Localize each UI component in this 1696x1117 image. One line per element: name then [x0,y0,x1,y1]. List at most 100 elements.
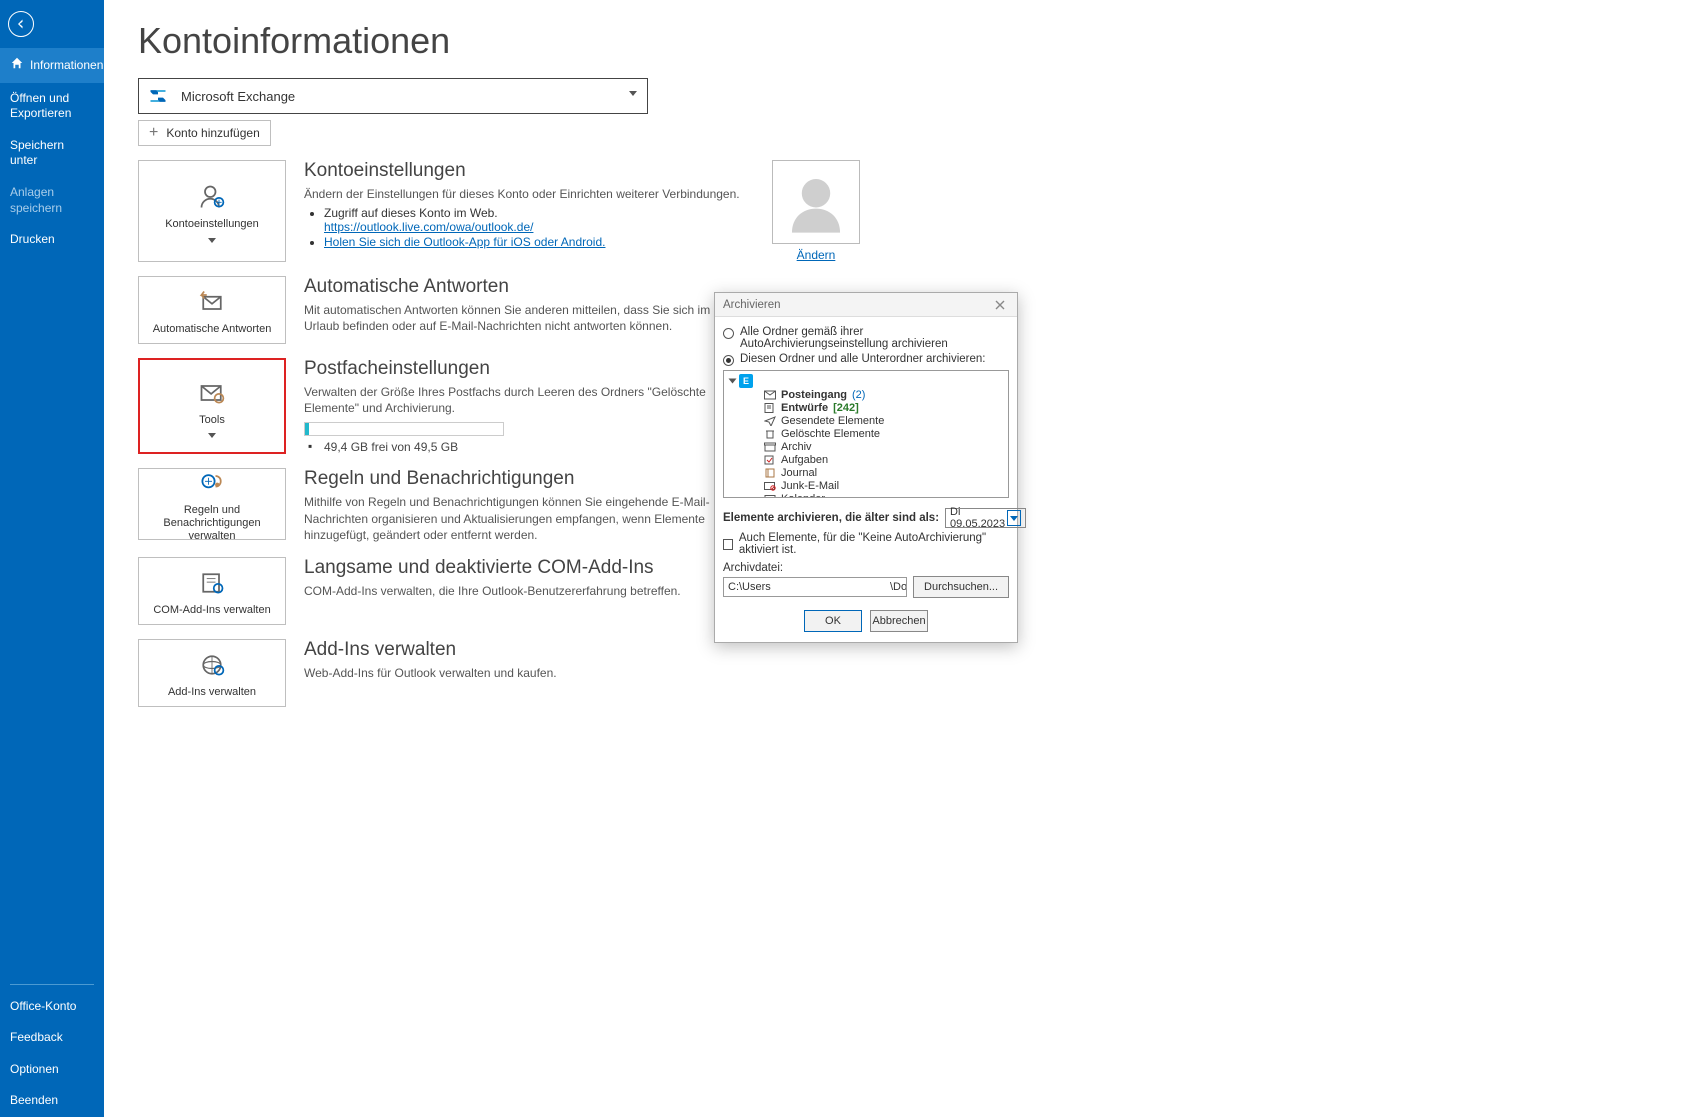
breadcrumb [138,0,1662,10]
section-title-postfach: Postfacheinstellungen [304,358,744,380]
tile-label: COM-Add-Ins verwalten [153,604,270,617]
sidebar-item-feedback[interactable]: Feedback [0,1022,104,1054]
main-content: Kontoinformationen Microsoft Exchange + … [104,0,1696,1117]
app-link[interactable]: Holen Sie sich die Outlook-App für iOS o… [324,235,605,249]
sidebar-item-office-konto[interactable]: Office-Konto [0,991,104,1023]
sidebar-item-label: Feedback [10,1030,63,1046]
back-button[interactable] [8,11,34,37]
add-account-button[interactable]: + Konto hinzufügen [138,120,271,146]
exchange-icon [147,85,169,107]
tree-item-aufgaben[interactable]: Aufgaben [726,453,1006,466]
radio-label: Diesen Ordner und alle Unterordner archi… [740,353,985,365]
tile-label: Automatische Antworten [153,323,272,336]
tools-icon [198,379,226,410]
chevron-down-icon [208,238,216,243]
tree-item-archiv[interactable]: Archiv [726,440,1006,453]
auto-reply-icon [198,288,226,319]
profile-picture[interactable] [772,160,860,244]
change-profile-link[interactable]: Ändern [797,248,836,262]
sidebar-item-anlagen-speichern: Anlagen speichern [0,177,104,224]
sidebar-item-oeffnen[interactable]: Öffnen und Exportieren [0,83,104,130]
rules-icon [198,469,226,500]
home-icon [10,56,24,75]
sidebar-item-optionen[interactable]: Optionen [0,1054,104,1086]
tile-label: Regeln und Benachrichtigungen verwalten [145,504,279,544]
calendar-icon [764,494,776,499]
tree-item-gesendet[interactable]: Gesendete Elemente [726,414,1006,427]
cancel-button[interactable]: Abbrechen [870,610,928,632]
archive-icon [764,442,776,452]
radio-icon [723,328,734,339]
sent-icon [764,416,776,426]
older-than-date[interactable]: Di 09.05.2023 [945,508,1026,528]
section-desc: Web-Add-Ins für Outlook verwalten und ka… [304,665,744,681]
section-desc: Verwalten der Größe Ihres Postfachs durc… [304,384,744,416]
bullet-text: Zugriff auf dieses Konto im Web. https:/… [324,206,744,234]
include-noautoarchive-checkbox[interactable]: Auch Elemente, für die "Keine AutoArchiv… [723,532,1009,556]
checkbox-label: Auch Elemente, für die "Keine AutoArchiv… [739,532,1009,556]
ok-button[interactable]: OK [804,610,862,632]
owa-link[interactable]: https://outlook.live.com/owa/outlook.de/ [324,220,533,234]
task-icon [764,455,776,465]
section-title-auto: Automatische Antworten [304,276,744,298]
tile-com-addins[interactable]: COM-Add-Ins verwalten [138,557,286,625]
section-title-com: Langsame und deaktivierte COM-Add-Ins [304,557,744,579]
section-desc: Mithilfe von Regeln und Benachrichtigung… [304,494,744,543]
sidebar-item-label: Speichern unter [10,138,94,169]
account-label: Microsoft Exchange [181,89,295,104]
tree-item-posteingang[interactable]: Posteingang (2) [726,388,1006,401]
page-title: Kontoinformationen [138,20,1662,62]
dialog-titlebar[interactable]: Archivieren [715,293,1017,317]
tree-item-geloescht[interactable]: Gelöschte Elemente [726,427,1006,440]
tile-regeln[interactable]: Regeln und Benachrichtigungen verwalten [138,468,286,540]
mailbox-quota-bar [304,422,504,436]
chevron-down-icon[interactable] [1007,510,1021,526]
dialog-title: Archivieren [723,299,781,311]
trash-icon [764,429,776,439]
backstage-sidebar: Informationen Öffnen und Exportieren Spe… [0,0,104,1117]
mail-icon [764,390,776,400]
add-account-label: Konto hinzufügen [166,126,259,140]
sidebar-item-label: Informationen [30,58,103,74]
section-desc: Ändern der Einstellungen für dieses Kont… [304,186,744,202]
tile-label: Add-Ins verwalten [168,686,256,699]
tree-item-journal[interactable]: Journal [726,466,1006,479]
tile-auto-antworten[interactable]: Automatische Antworten [138,276,286,344]
browse-button[interactable]: Durchsuchen... [913,576,1009,598]
tree-item-junk[interactable]: Junk-E-Mail [726,479,1006,492]
tile-kontoeinstellungen[interactable]: Kontoeinstellungen [138,160,286,262]
tree-item-entwuerfe[interactable]: Entwürfe [242] [726,401,1006,414]
section-title-addins: Add-Ins verwalten [304,639,744,661]
tree-item-kalender[interactable]: Kalender [726,492,1006,498]
section-desc: Mit automatischen Antworten können Sie a… [304,302,744,334]
sidebar-item-informationen[interactable]: Informationen [0,48,104,83]
sidebar-item-label: Office-Konto [10,999,76,1015]
folder-tree[interactable]: E Posteingang (2) Entwürfe [242] Ge [723,370,1009,498]
account-selector[interactable]: Microsoft Exchange [138,78,648,114]
tile-tools[interactable]: Tools [138,358,286,454]
sidebar-item-speichern-unter[interactable]: Speichern unter [0,130,104,177]
section-desc: COM-Add-Ins verwalten, die Ihre Outlook-… [304,583,744,599]
tile-label: Kontoeinstellungen [165,218,259,231]
journal-icon [764,468,776,478]
sidebar-item-beenden[interactable]: Beenden [0,1085,104,1117]
plus-icon: + [149,127,158,139]
tile-label: Tools [199,414,225,427]
tree-root[interactable]: E [726,374,1006,388]
radio-label: Alle Ordner gemäß ihrer AutoArchivierung… [740,326,1009,350]
tile-addins[interactable]: Add-Ins verwalten [138,639,286,707]
archive-dialog: Archivieren Alle Ordner gemäß ihrer Auto… [714,292,1018,643]
junk-icon [764,481,776,491]
checkbox-icon [723,539,733,550]
outlook-icon: E [739,374,753,388]
radio-all-folders[interactable]: Alle Ordner gemäß ihrer AutoArchivierung… [723,326,1009,350]
archive-file-path[interactable]: C:\Users \Documents\Outlook- [723,577,907,597]
close-icon[interactable] [989,296,1011,314]
section-title-regeln: Regeln und Benachrichtigungen [304,468,744,490]
radio-this-folder[interactable]: Diesen Ordner und alle Unterordner archi… [723,353,1009,366]
mailbox-quota-text: 49,4 GB frei von 49,5 GB [324,440,744,454]
chevron-down-icon [208,433,216,438]
older-than-label: Elemente archivieren, die älter sind als… [723,512,939,524]
section-title-konto: Kontoeinstellungen [304,160,744,182]
sidebar-item-drucken[interactable]: Drucken [0,224,104,256]
